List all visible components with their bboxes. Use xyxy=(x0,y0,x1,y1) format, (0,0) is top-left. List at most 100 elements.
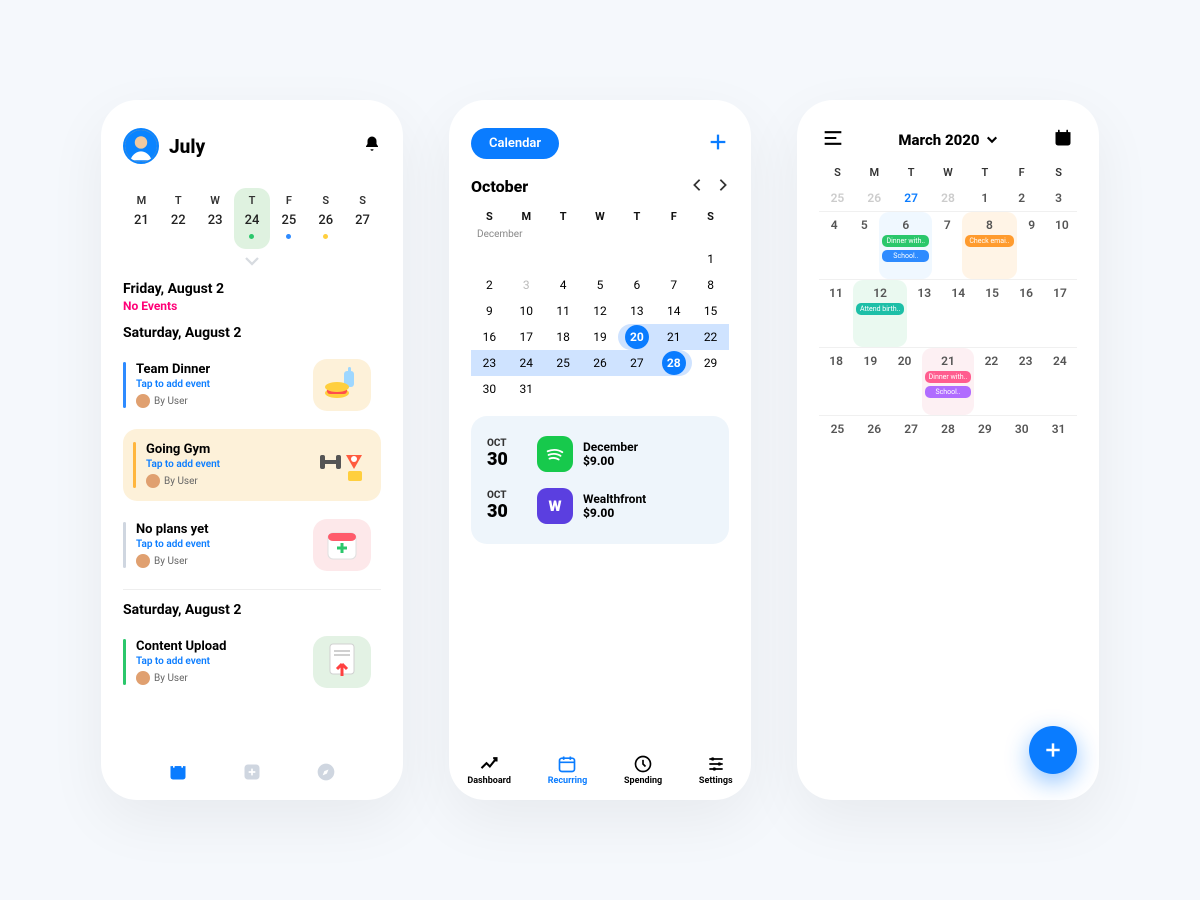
event-card[interactable]: Going GymTap to add eventBy User xyxy=(123,429,381,501)
event-card[interactable]: Content UploadTap to add eventBy User xyxy=(123,626,381,698)
calendar-cell[interactable]: 2 xyxy=(471,272,508,298)
day-cell[interactable]: 14 xyxy=(941,280,975,347)
day-cell[interactable]: 25 xyxy=(819,416,856,483)
expand-week-icon[interactable] xyxy=(123,255,381,267)
add-event-fab[interactable] xyxy=(1029,726,1077,774)
calendar-pill[interactable]: Calendar xyxy=(471,128,559,159)
calendar-cell[interactable]: 15 xyxy=(692,298,729,324)
calendar-cell[interactable]: 8 xyxy=(692,272,729,298)
calendar-cell[interactable]: 4 xyxy=(545,272,582,298)
event-chip[interactable]: School.. xyxy=(882,250,929,262)
user-avatar[interactable] xyxy=(123,128,159,164)
day-col[interactable]: F25 xyxy=(270,188,307,249)
calendar-cell[interactable]: 6 xyxy=(618,272,655,298)
calendar-cell[interactable]: 11 xyxy=(545,298,582,324)
day-cell[interactable]: 28 xyxy=(930,416,967,483)
day-cell[interactable]: 3 xyxy=(1040,185,1077,211)
day-col[interactable]: S26 xyxy=(307,188,344,249)
event-chip[interactable]: School.. xyxy=(925,386,972,398)
calendar-cell[interactable] xyxy=(618,376,655,402)
day-cell[interactable]: 13 xyxy=(907,280,941,347)
day-col[interactable]: T24 xyxy=(234,188,271,249)
day-cell[interactable]: 30 xyxy=(1003,416,1040,483)
calendar-cell[interactable]: 21 xyxy=(655,324,692,350)
day-cell[interactable]: 22 xyxy=(974,348,1008,415)
day-cell[interactable]: 27 xyxy=(893,185,930,211)
calendar-cell[interactable]: 12 xyxy=(582,298,619,324)
day-col[interactable]: W23 xyxy=(197,188,234,249)
calendar-cell[interactable]: 14 xyxy=(655,298,692,324)
day-cell[interactable]: 31 xyxy=(1040,416,1077,483)
add-icon[interactable] xyxy=(707,131,729,157)
calendar-cell[interactable]: 29 xyxy=(692,350,729,376)
calendar-cell[interactable]: 16 xyxy=(471,324,508,350)
calendar-cell[interactable] xyxy=(655,246,692,272)
event-chip[interactable]: Attend birth.. xyxy=(856,303,904,315)
calendar-cell[interactable]: 13 xyxy=(618,298,655,324)
event-chip[interactable]: Dinner with.. xyxy=(882,235,929,247)
calendar-cell[interactable] xyxy=(582,376,619,402)
tab-recurring[interactable]: Recurring xyxy=(548,754,588,786)
calendar-cell[interactable]: 1 xyxy=(692,246,729,272)
calendar-icon[interactable] xyxy=(1053,128,1073,152)
tab-dashboard[interactable]: Dashboard xyxy=(467,754,511,786)
calendar-cell[interactable]: 20 xyxy=(618,324,655,350)
day-cell[interactable]: 8Check emai.. xyxy=(962,212,1016,279)
day-cell[interactable]: 10 xyxy=(1047,212,1077,279)
event-card[interactable]: Team DinnerTap to add eventBy User xyxy=(123,349,381,421)
menu-icon[interactable] xyxy=(823,130,843,150)
calendar-cell[interactable]: 28 xyxy=(655,350,692,376)
day-cell[interactable]: 18 xyxy=(819,348,853,415)
day-col[interactable]: M21 xyxy=(123,188,160,249)
calendar-grid[interactable]: 1234567891011121314151617181920212223242… xyxy=(471,246,729,402)
calendar-cell[interactable]: 30 xyxy=(471,376,508,402)
calendar-cell[interactable]: 17 xyxy=(508,324,545,350)
transaction-row[interactable]: OCT30December$9.00 xyxy=(483,428,717,480)
calendar-cell[interactable]: 18 xyxy=(545,324,582,350)
calendar-cell[interactable]: 26 xyxy=(582,350,619,376)
month-selector[interactable]: March 2020 xyxy=(898,131,997,149)
calendar-cell[interactable]: 23 xyxy=(471,350,508,376)
day-cell[interactable]: 1 xyxy=(966,185,1003,211)
bell-icon[interactable] xyxy=(363,135,381,157)
day-cell[interactable]: 26 xyxy=(856,185,893,211)
day-cell[interactable]: 7 xyxy=(932,212,962,279)
day-col[interactable]: T22 xyxy=(160,188,197,249)
calendar-cell[interactable]: 31 xyxy=(508,376,545,402)
event-chip[interactable]: Check emai.. xyxy=(965,235,1013,247)
calendar-cell[interactable]: 7 xyxy=(655,272,692,298)
day-cell[interactable]: 23 xyxy=(1009,348,1043,415)
calendar-cell[interactable] xyxy=(545,246,582,272)
calendar-cell[interactable]: 24 xyxy=(508,350,545,376)
day-cell[interactable]: 6Dinner with..School.. xyxy=(879,212,932,279)
calendar-cell[interactable] xyxy=(582,246,619,272)
day-cell[interactable]: 17 xyxy=(1043,280,1077,347)
day-cell[interactable]: 12Attend birth.. xyxy=(853,280,907,347)
day-cell[interactable]: 27 xyxy=(893,416,930,483)
calendar-cell[interactable] xyxy=(471,246,508,272)
tab-compass-icon[interactable] xyxy=(316,762,336,786)
next-month-icon[interactable] xyxy=(717,177,729,196)
calendar-cell[interactable]: 25 xyxy=(545,350,582,376)
tab-calendar-icon[interactable] xyxy=(168,762,188,786)
event-chip[interactable]: Dinner with.. xyxy=(925,371,972,383)
calendar-cell[interactable]: 5 xyxy=(582,272,619,298)
tab-add-icon[interactable] xyxy=(242,762,262,786)
day-cell[interactable]: 25 xyxy=(819,185,856,211)
day-cell[interactable]: 28 xyxy=(930,185,967,211)
day-cell[interactable]: 19 xyxy=(853,348,887,415)
calendar-cell[interactable]: 10 xyxy=(508,298,545,324)
calendar-cell[interactable] xyxy=(545,376,582,402)
day-cell[interactable]: 20 xyxy=(887,348,921,415)
month-grid[interactable]: 25262728123456Dinner with..School..78Che… xyxy=(819,185,1077,483)
calendar-cell[interactable] xyxy=(508,246,545,272)
day-cell[interactable]: 9 xyxy=(1017,212,1047,279)
event-card[interactable]: No plans yetTap to add eventBy User xyxy=(123,509,381,581)
day-cell[interactable]: 16 xyxy=(1009,280,1043,347)
calendar-cell[interactable]: 19 xyxy=(582,324,619,350)
day-cell[interactable]: 11 xyxy=(819,280,853,347)
day-cell[interactable]: 2 xyxy=(1003,185,1040,211)
day-cell[interactable]: 5 xyxy=(849,212,879,279)
calendar-cell[interactable]: 9 xyxy=(471,298,508,324)
transaction-row[interactable]: OCT30WWealthfront$9.00 xyxy=(483,480,717,532)
